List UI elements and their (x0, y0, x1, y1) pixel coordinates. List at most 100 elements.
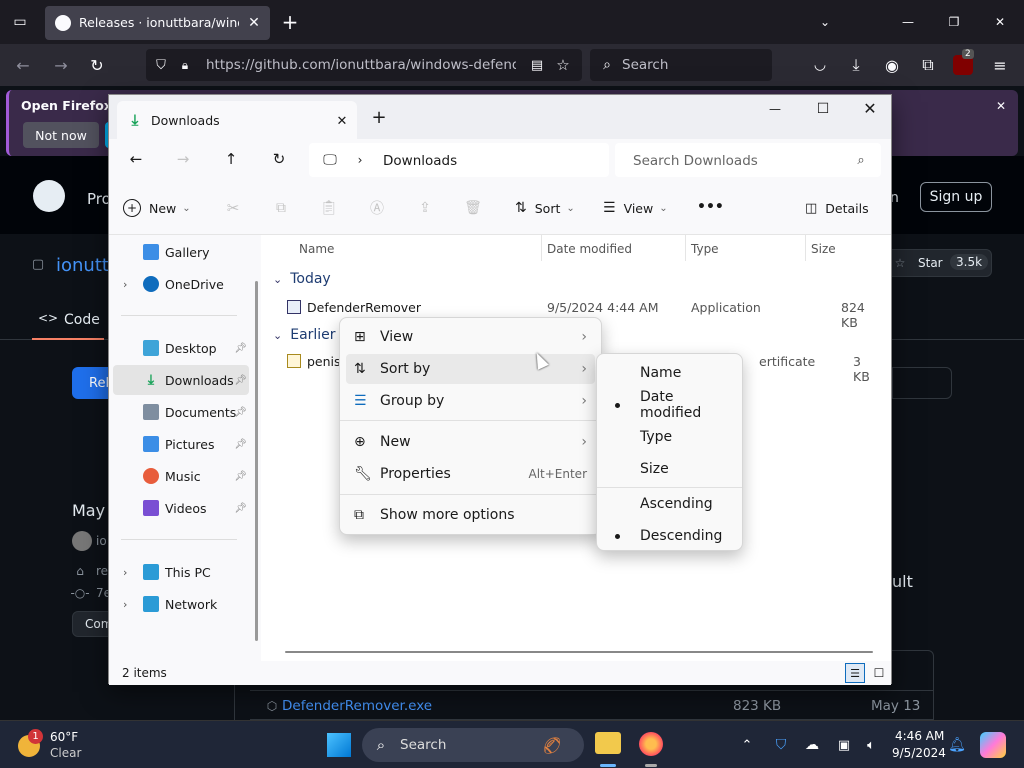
close-tab-icon[interactable]: ✕ (245, 14, 263, 32)
github-logo-icon[interactable] (33, 180, 65, 212)
column-type[interactable]: Type (685, 235, 805, 261)
sign-up-button[interactable]: Sign up (920, 182, 992, 212)
search-bar[interactable]: ⌕ Search (590, 49, 772, 81)
lock-icon[interactable]: 🔒︎ (176, 56, 194, 74)
minimize-icon[interactable]: — (898, 12, 918, 32)
sidebar-item-videos[interactable]: Videos 📌︎ (113, 493, 249, 523)
nav-scrollbar[interactable] (255, 281, 258, 641)
details-view-icon[interactable]: ☰ (845, 663, 865, 683)
url-bar[interactable]: ⛉ 🔒︎ https://github.com/ionuttbara/windo… (146, 49, 582, 81)
release-filter-input[interactable] (892, 367, 952, 399)
forward-icon[interactable]: → (173, 149, 193, 169)
tiles-view-icon[interactable]: ☐ (869, 663, 889, 683)
menu-item-new[interactable]: ⊕ New › (346, 427, 595, 457)
sort-option-type[interactable]: Type (603, 422, 736, 452)
sort-option-descending[interactable]: Descending (603, 521, 736, 551)
taskbar-search[interactable]: ⌕ Search 🏈︎ (362, 728, 584, 762)
cloud-icon[interactable]: ☁ (802, 735, 822, 755)
clock-time[interactable]: 4:46 AM (895, 729, 944, 743)
pin-icon[interactable]: 📌︎ (234, 375, 247, 386)
sidebar-item-downloads[interactable]: ⤓ Downloads 📌︎ (113, 365, 249, 395)
column-name[interactable]: Name (261, 235, 541, 261)
browser-tab[interactable]: Releases · ionuttbara/windows- ✕ (45, 6, 270, 40)
chevron-down-icon[interactable]: ⌄ (815, 12, 835, 32)
more-options-button[interactable]: ••• (697, 199, 724, 215)
asset-name-link[interactable]: DefenderRemover.exe (282, 698, 432, 714)
author-avatar[interactable] (72, 531, 92, 551)
sidebar-item-music[interactable]: Music 📌︎ (113, 461, 249, 491)
new-tab-icon[interactable]: + (279, 10, 301, 34)
release-tag[interactable]: re (96, 564, 108, 578)
notification-bell-icon[interactable]: 🔔︎ (947, 735, 967, 755)
explorer-tab[interactable]: ⤓ Downloads ✕ (117, 101, 357, 139)
group-today[interactable]: ⌄ Today (273, 271, 331, 287)
delete-icon[interactable]: 🗑︎ (463, 198, 483, 218)
rename-icon[interactable]: Ⓐ (367, 198, 387, 218)
maximize-icon[interactable]: ☐ (813, 99, 833, 119)
bookmark-star-icon[interactable]: ☆ (554, 56, 572, 74)
sidebar-item-this-pc[interactable]: › This PC (113, 557, 249, 587)
reload-icon[interactable]: ↻ (86, 54, 108, 76)
pin-icon[interactable]: 📌︎ (234, 471, 247, 482)
chevron-up-icon[interactable]: ⌃ (737, 735, 757, 755)
menu-item-view[interactable]: ⊞ View › (346, 322, 595, 352)
menu-item-show-more-options[interactable]: ⧉ Show more options (346, 500, 595, 530)
weather-widget[interactable]: 1 60°F Clear (14, 727, 104, 763)
close-notification-icon[interactable]: ✕ (991, 96, 1011, 116)
releases-button[interactable]: Rel (72, 367, 112, 399)
shield-icon[interactable]: ⛉ (152, 56, 170, 74)
cut-icon[interactable]: ✂ (223, 198, 243, 218)
sort-option-date-modified[interactable]: Date modified (603, 389, 736, 421)
restore-icon[interactable]: ❐ (944, 12, 964, 32)
compare-button[interactable]: Com (72, 611, 112, 637)
pin-icon[interactable]: 📌︎ (234, 503, 247, 514)
account-icon[interactable]: ◉ (881, 54, 903, 76)
downloads-icon[interactable]: ⤓ (845, 54, 867, 76)
column-size[interactable]: Size (805, 235, 885, 261)
pin-icon[interactable]: 📌︎ (234, 407, 247, 418)
reader-view-icon[interactable]: ▤ (528, 56, 546, 74)
sort-option-ascending[interactable]: Ascending (603, 489, 736, 519)
close-tab-icon[interactable]: ✕ (333, 112, 351, 130)
menu-icon[interactable]: ≡ (989, 54, 1011, 76)
not-now-button[interactable]: Not now (23, 122, 99, 148)
back-icon[interactable]: ← (12, 54, 34, 76)
repo-name-link[interactable]: ionutt (56, 255, 109, 276)
sidebar-item-documents[interactable]: Documents 📌︎ (113, 397, 249, 427)
new-button[interactable]: + New ⌄ (123, 195, 193, 221)
sidebar-item-pictures[interactable]: Pictures 📌︎ (113, 429, 249, 459)
sort-option-name[interactable]: Name (603, 358, 736, 388)
address-bar[interactable]: 🖵︎ › Downloads (309, 143, 609, 177)
breadcrumb-downloads[interactable]: Downloads (383, 153, 457, 169)
list-all-tabs-icon[interactable]: ▭ (10, 12, 30, 32)
tab-code[interactable]: Code (64, 312, 100, 328)
close-window-icon[interactable]: ✕ (990, 12, 1010, 32)
details-button[interactable]: ◫ Details (805, 195, 875, 221)
copilot-icon[interactable] (980, 732, 1006, 758)
pin-icon[interactable]: 📌︎ (234, 343, 247, 354)
extensions-icon[interactable]: ⧉ (917, 54, 939, 76)
defender-shield-icon[interactable]: ⛉ (771, 735, 791, 755)
sidebar-item-desktop[interactable]: Desktop 📌︎ (113, 333, 249, 363)
author-name[interactable]: io (96, 534, 107, 548)
file-explorer-icon[interactable] (595, 732, 621, 754)
network-monitor-icon[interactable]: ▣ (834, 735, 854, 755)
refresh-icon[interactable]: ↻ (269, 149, 289, 169)
menu-item-sort-by[interactable]: ⇅ Sort by › (346, 354, 595, 384)
pocket-icon[interactable]: ◡ (809, 54, 831, 76)
volume-icon[interactable]: 🔈︎ (861, 735, 881, 755)
column-date[interactable]: Date modified (541, 235, 685, 261)
star-button[interactable]: ☆ Star 3.5k (885, 249, 992, 277)
sort-button[interactable]: ⇅ Sort ⌄ (515, 195, 579, 221)
pin-icon[interactable]: 📌︎ (234, 439, 247, 450)
group-earlier[interactable]: ⌄ Earlier (273, 327, 336, 343)
windows-start-icon[interactable] (327, 733, 351, 757)
menu-item-group-by[interactable]: ☰ Group by › (346, 386, 595, 416)
minimize-icon[interactable]: — (765, 99, 785, 119)
horizontal-scrollbar[interactable] (285, 651, 873, 653)
share-icon[interactable]: ⇪ (415, 198, 435, 218)
up-icon[interactable]: ↑ (221, 149, 241, 169)
copy-icon[interactable]: ⧉ (271, 198, 291, 218)
firefox-icon[interactable] (639, 732, 663, 756)
view-button[interactable]: ☰ View ⌄ (603, 195, 671, 221)
